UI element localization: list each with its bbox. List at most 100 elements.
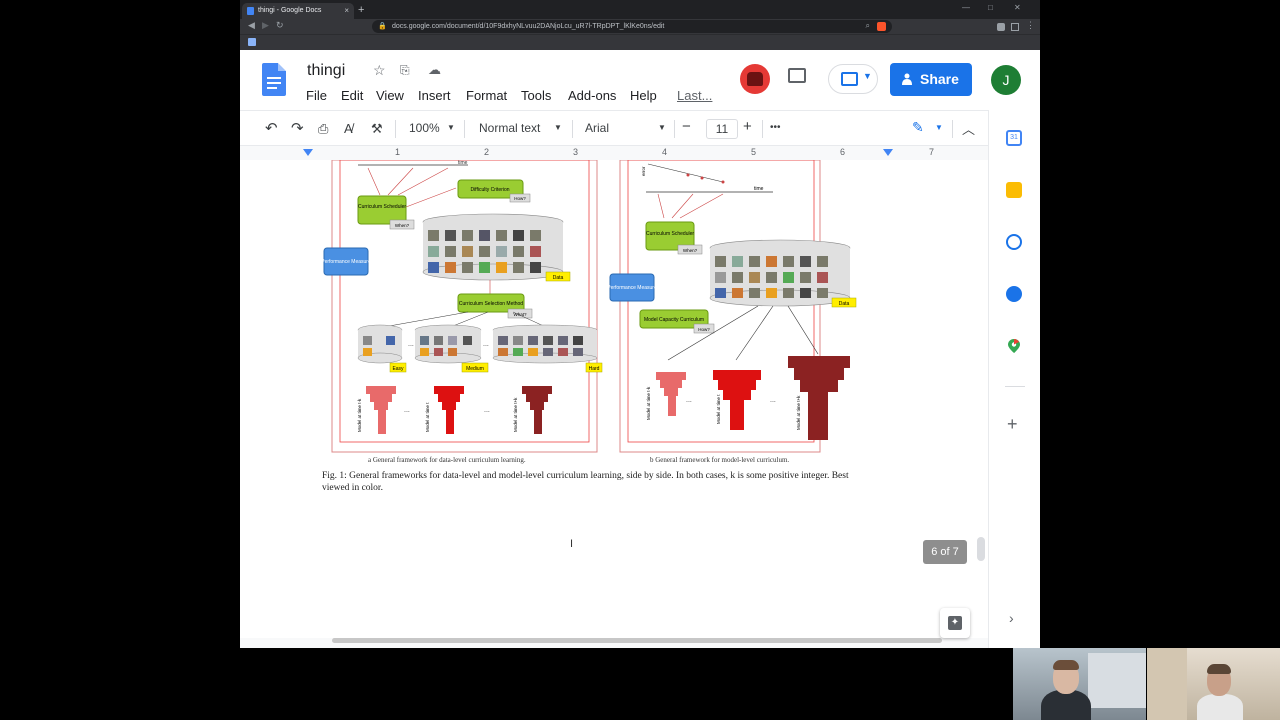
tab-close-icon[interactable]: ×	[344, 3, 349, 19]
ruler-number: 6	[840, 147, 846, 157]
bookmarks-bar	[240, 34, 1040, 50]
redo-icon[interactable]: ↷	[291, 119, 304, 137]
ruler-number: 5	[751, 147, 757, 157]
menu-insert[interactable]: Insert	[418, 88, 451, 103]
pencil-icon[interactable]: ✎	[912, 119, 924, 136]
decrease-font-button[interactable]: −	[682, 118, 691, 135]
fig-right-model-tk: Model at time t-k	[646, 386, 651, 420]
ruler-number: 4	[662, 147, 668, 157]
browser-toolbar: ◀ ▶ ↻ 🔒 docs.google.com/document/d/10F9d…	[240, 19, 1040, 34]
bookmark-icon[interactable]	[248, 38, 256, 46]
document-title[interactable]: thingi	[307, 62, 345, 80]
fig-left-time: time	[458, 160, 468, 166]
explore-button[interactable]: ✦	[940, 608, 970, 638]
ruler-number: 1	[395, 147, 401, 157]
collapse-icon[interactable]: ︿	[962, 119, 975, 138]
left-indent-marker[interactable]	[303, 149, 313, 156]
browser-tab[interactable]: thingi - Google Docs ×	[242, 3, 354, 19]
more-options-icon[interactable]: •••	[770, 122, 781, 133]
share-button[interactable]: Share	[890, 63, 972, 96]
increase-font-button[interactable]: +	[743, 118, 752, 135]
menu-file[interactable]: File	[306, 88, 327, 103]
font-size-input[interactable]: 11	[706, 119, 738, 139]
chevron-right-icon[interactable]: ›	[1009, 610, 1014, 626]
fig-right-scheduler: Curriculum Scheduler	[646, 231, 694, 237]
tab-title: thingi - Google Docs	[258, 7, 322, 14]
chevron-down-icon: ▼	[863, 71, 872, 81]
subfigure-caption-a: a General framework for data-level curri…	[368, 456, 526, 464]
cloud-icon[interactable]: ☁	[428, 62, 441, 78]
new-tab-button[interactable]: +	[358, 3, 364, 17]
menu-edit[interactable]: Edit	[341, 88, 363, 103]
fig-right-when: When?	[683, 248, 698, 253]
brave-shield-icon[interactable]	[877, 22, 886, 31]
minimize-icon[interactable]: —	[962, 3, 970, 12]
browser-menu-icon[interactable]: ⋮	[1026, 20, 1035, 31]
keep-icon[interactable]	[1006, 182, 1022, 198]
account-avatar[interactable]: J	[991, 65, 1021, 95]
ruler-number: 2	[484, 147, 490, 157]
document-page[interactable]: time Difficulty Criterion How? Curriculu…	[240, 160, 988, 638]
font-select[interactable]: Arial	[585, 121, 609, 135]
tasks-icon[interactable]	[1006, 234, 1022, 250]
reload-icon[interactable]: ↻	[276, 20, 284, 31]
fig-difficulty-criterion: Difficulty Criterion	[470, 187, 509, 193]
close-window-icon[interactable]: ✕	[1014, 3, 1021, 12]
docs-header: thingi ☆ ⎘ ☁ File Edit View Insert Forma…	[240, 50, 1040, 110]
extension-icon[interactable]	[997, 23, 1005, 31]
right-indent-marker[interactable]	[883, 149, 893, 156]
present-button[interactable]: ▼	[828, 64, 878, 94]
lock-icon: 🔒	[378, 23, 387, 30]
collaborator-avatar[interactable]	[740, 64, 770, 94]
contacts-icon[interactable]	[1006, 286, 1022, 302]
menu-format[interactable]: Format	[466, 88, 507, 103]
ruler[interactable]: 1 2 3 4 5 6 7	[240, 146, 988, 161]
text-cursor-icon: I	[570, 538, 574, 550]
url-text: docs.google.com/document/d/10F9dxhyNLvuu…	[392, 23, 665, 30]
fig-left-model-tk: Model at time t-k	[357, 398, 362, 432]
fig-easy: Easy	[392, 366, 404, 372]
fig-hard: Hard	[589, 366, 600, 372]
docs-icon[interactable]	[262, 63, 286, 96]
chevron-down-icon[interactable]: ▼	[935, 123, 943, 132]
horizontal-scrollbar[interactable]	[332, 638, 942, 643]
svg-text:...: ...	[408, 341, 414, 348]
fig-right-time: time	[754, 186, 764, 192]
search-icon[interactable]: ⌕	[866, 21, 870, 31]
maps-icon[interactable]	[1006, 338, 1022, 354]
fig-model-capacity: Model Capacity Curriculum	[644, 317, 704, 323]
side-panel: 31 + ›	[988, 110, 1040, 648]
svg-text:...: ...	[483, 341, 489, 348]
move-icon[interactable]: ⎘	[400, 63, 410, 78]
menu-view[interactable]: View	[376, 88, 404, 103]
menu-tools[interactable]: Tools	[521, 88, 551, 103]
share-label: Share	[920, 71, 959, 87]
page-indicator: 6 of 7	[923, 540, 967, 564]
menu-addons[interactable]: Add-ons	[568, 88, 616, 103]
svg-text:...: ...	[484, 407, 490, 414]
last-edit-link[interactable]: Last...	[677, 88, 712, 103]
star-icon[interactable]: ☆	[373, 62, 386, 79]
maximize-icon[interactable]: □	[988, 3, 993, 12]
comment-history-icon[interactable]	[788, 68, 806, 83]
figure-image: time Difficulty Criterion How? Curriculu…	[321, 160, 857, 453]
vertical-scrollbar[interactable]	[977, 537, 985, 561]
menu-help[interactable]: Help	[630, 88, 657, 103]
reading-list-icon[interactable]	[1011, 23, 1019, 31]
forward-icon[interactable]: ▶	[262, 20, 269, 31]
paint-format-icon[interactable]: ⚒	[371, 121, 383, 137]
zoom-select[interactable]: 100%	[409, 121, 440, 135]
undo-icon[interactable]: ↶	[265, 119, 278, 137]
print-icon[interactable]: ⎙	[318, 121, 328, 137]
chevron-down-icon: ▼	[658, 123, 666, 132]
spellcheck-icon[interactable]: A̸	[344, 121, 353, 136]
add-icon[interactable]: +	[1007, 414, 1018, 435]
address-bar[interactable]: 🔒 docs.google.com/document/d/10F9dxhyNLv…	[372, 20, 892, 33]
fig-selection-method: Curriculum Selection Method	[459, 301, 523, 307]
fig-how-left: How?	[514, 196, 526, 201]
svg-text:...: ...	[686, 397, 692, 404]
style-select[interactable]: Normal text	[479, 121, 540, 135]
back-icon[interactable]: ◀	[248, 20, 255, 31]
figure-caption: Fig. 1: General frameworks for data-leve…	[322, 471, 849, 493]
calendar-icon[interactable]: 31	[1006, 130, 1022, 146]
